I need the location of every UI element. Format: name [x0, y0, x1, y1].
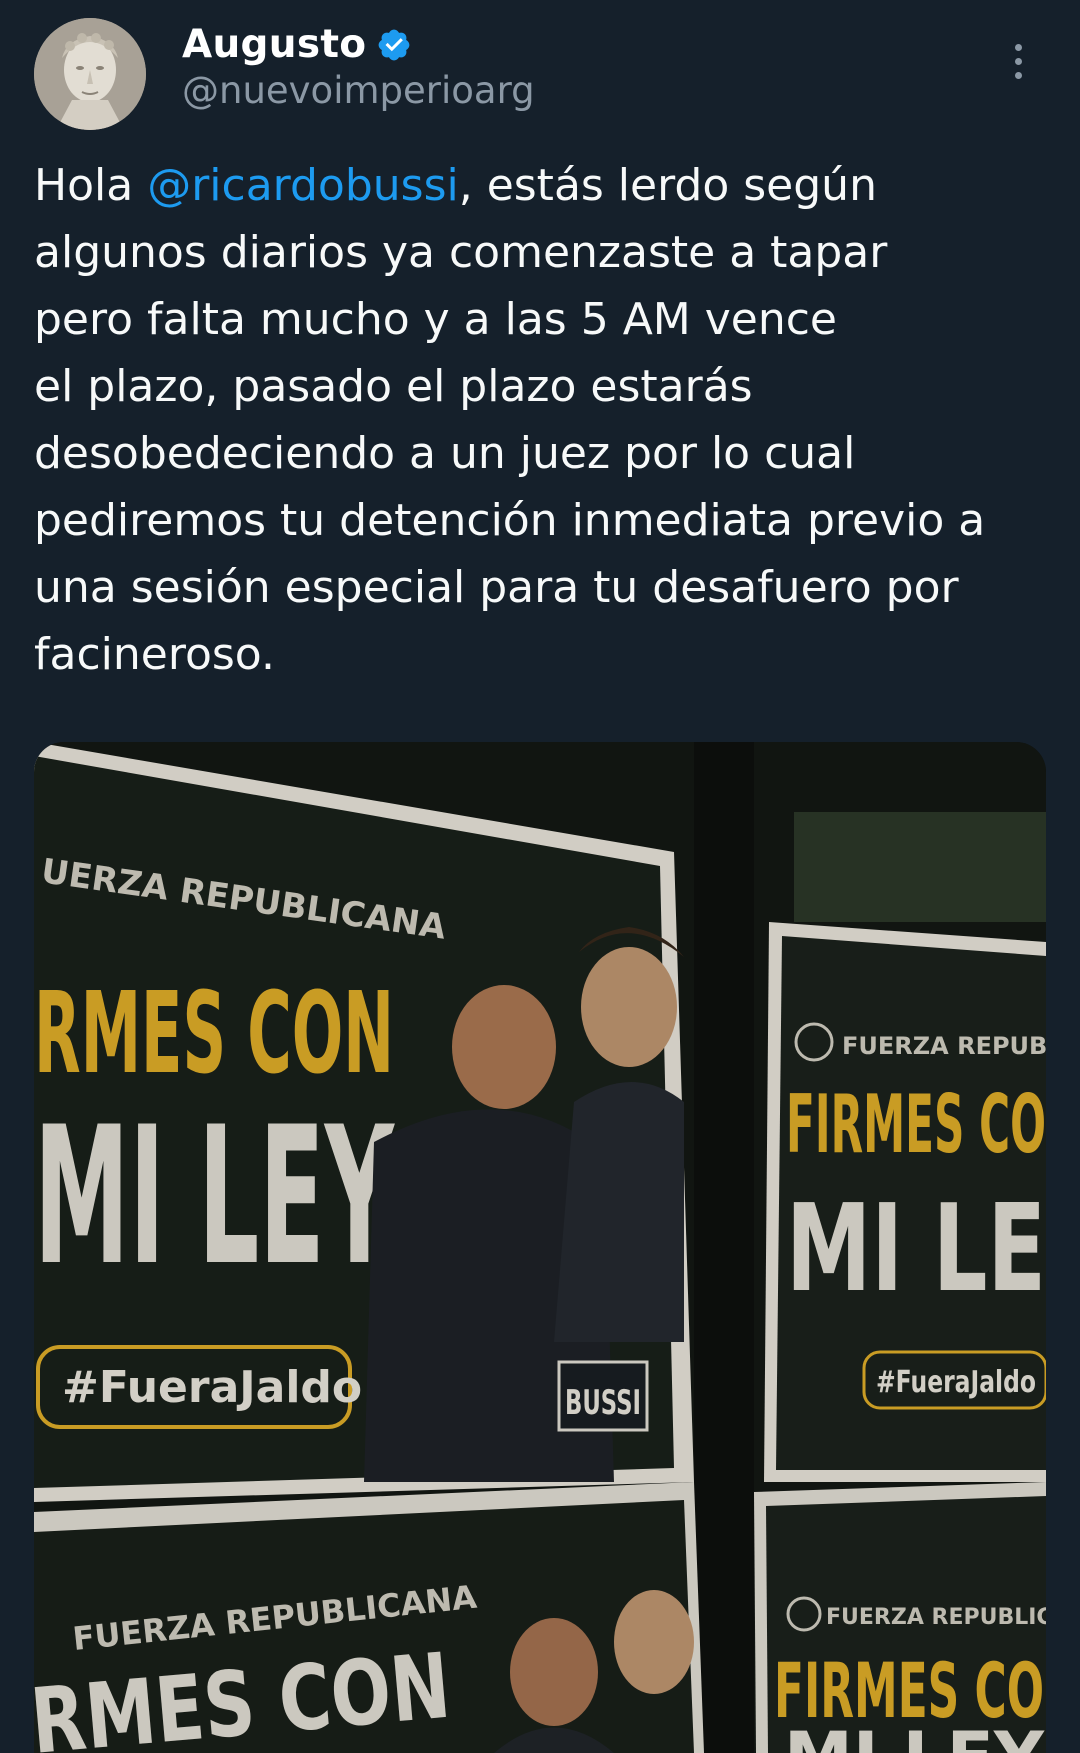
roman-bust-avatar-icon — [34, 18, 146, 130]
tweet-media-photo[interactable]: UERZA REPUBLICANA RMES CON MI LEY #Fuera… — [34, 742, 1046, 1753]
tweet-text: Hola @ricardobussi, estás lerdo según al… — [34, 152, 1054, 688]
mention-link[interactable]: @ricardobussi — [147, 160, 459, 211]
author-handle[interactable]: @nuevoimperioarg — [182, 69, 535, 112]
tweet-line: pero falta mucho y a las 5 AM vence — [34, 294, 837, 345]
author-avatar[interactable] — [34, 18, 146, 130]
verified-badge-icon — [379, 29, 410, 60]
campaign-posters-photo: UERZA REPUBLICANA RMES CON MI LEY #Fuera… — [34, 742, 1046, 1753]
tweet-line: Hola @ricardobussi, estás lerdo según — [34, 160, 877, 211]
tweet-line: el plazo, pasado el plazo estarás — [34, 361, 753, 412]
tweet-header: Augusto @nuevoimperioarg — [34, 18, 1046, 132]
author-display-name[interactable]: Augusto — [182, 22, 366, 67]
more-options-icon[interactable] — [1012, 44, 1024, 84]
tweet-line: facineroso. — [34, 629, 275, 680]
tweet-line: algunos diarios ya comenzaste a tapar — [34, 227, 888, 278]
tweet-line: una sesión especial para tu desafuero po… — [34, 562, 959, 613]
tweet-line: desobedeciendo a un juez por lo cual — [34, 428, 856, 479]
tweet-line: pediremos tu detención inmediata previo … — [34, 495, 986, 546]
